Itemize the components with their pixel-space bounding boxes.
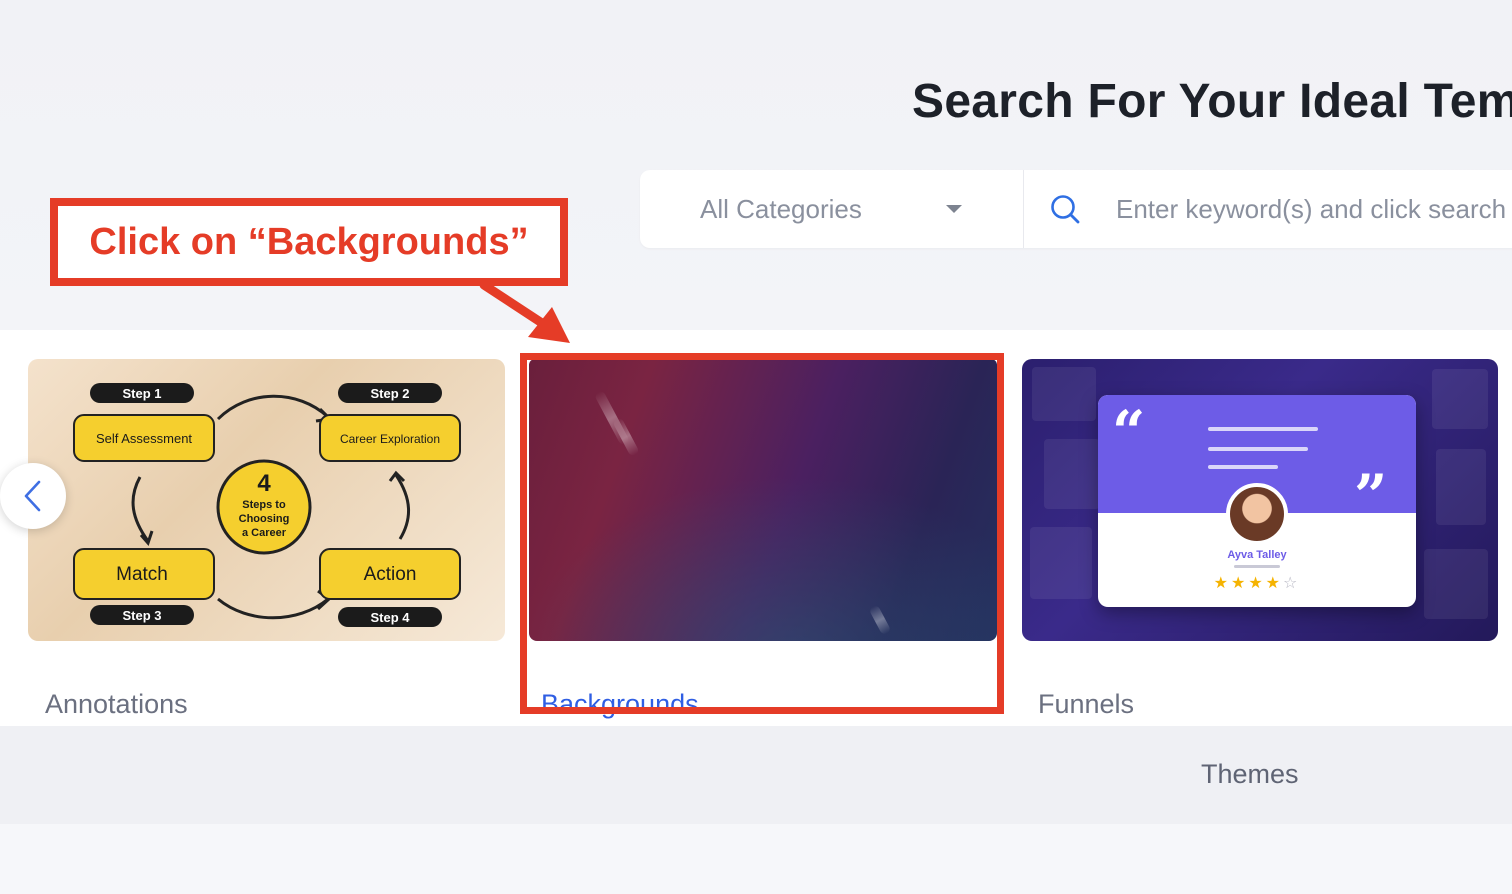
open-quote-icon: “ — [1112, 398, 1146, 466]
page: Search For Your Ideal Templ All Categori… — [0, 0, 1512, 894]
category-card-funnels[interactable]: “ ” Ayva Talley ★★★★☆ Funnels — [1022, 359, 1498, 729]
quote-text-line — [1208, 465, 1278, 469]
box-match: Match — [116, 564, 168, 585]
funnels-thumbnail: “ ” Ayva Talley ★★★★☆ — [1022, 359, 1498, 641]
background-tile — [1424, 549, 1488, 619]
tabs-row: Themes — [0, 726, 1512, 824]
center-line-2: Choosing — [239, 513, 290, 525]
background-tile — [1436, 449, 1486, 525]
close-quote-icon: ” — [1354, 462, 1388, 530]
star-rating: ★★★★☆ — [1213, 575, 1301, 592]
backgrounds-thumbnail — [529, 359, 997, 641]
footer-area — [0, 824, 1512, 894]
search-icon[interactable] — [1048, 192, 1082, 226]
quote-text-line — [1208, 427, 1318, 431]
background-tile — [1030, 527, 1092, 599]
center-line-1: Steps to — [242, 499, 286, 511]
avatar — [1226, 483, 1288, 545]
center-number: 4 — [257, 470, 271, 497]
annotations-thumbnail: Step 1 Step 2 Step 3 Step 4 Self Assessm… — [28, 359, 505, 641]
quote-text-line — [1208, 447, 1308, 451]
step-1-label: Step 1 — [122, 386, 161, 401]
category-card-backgrounds[interactable]: Backgrounds — [529, 359, 997, 719]
card-label-backgrounds: Backgrounds — [541, 689, 699, 719]
box-career-exploration: Career Exploration — [340, 432, 440, 446]
instruction-callout: Click on “Backgrounds” — [50, 198, 568, 286]
page-title: Search For Your Ideal Templ — [912, 75, 1512, 128]
testimonial-name: Ayva Talley — [1227, 549, 1287, 561]
chevron-down-icon — [946, 205, 962, 213]
search-input[interactable] — [1116, 184, 1512, 234]
background-tile — [1032, 367, 1096, 421]
chevron-left-icon — [24, 480, 41, 512]
step-2-label: Step 2 — [370, 386, 409, 401]
testimonial-role-line — [1234, 565, 1280, 568]
box-self-assessment: Self Assessment — [96, 431, 192, 446]
carousel-prev-button[interactable] — [0, 463, 66, 529]
category-card-annotations[interactable]: Step 1 Step 2 Step 3 Step 4 Self Assessm… — [28, 359, 505, 729]
box-action: Action — [364, 564, 417, 585]
category-dropdown[interactable]: All Categories — [640, 170, 1024, 248]
testimonial-card: “ ” Ayva Talley ★★★★☆ — [1098, 395, 1416, 607]
career-steps-graphic: Step 1 Step 2 Step 3 Step 4 Self Assessm… — [73, 383, 461, 627]
step-3-label: Step 3 — [122, 608, 161, 623]
category-carousel: Step 1 Step 2 Step 3 Step 4 Self Assessm… — [0, 330, 1512, 726]
background-tile — [1432, 369, 1488, 429]
search-bar: All Categories — [640, 170, 1512, 248]
arrow-icon — [479, 280, 570, 343]
step-4-label: Step 4 — [370, 610, 410, 625]
card-label-annotations: Annotations — [45, 689, 188, 719]
callout-text: Click on “Backgrounds” — [89, 220, 529, 263]
center-line-3: a Career — [242, 527, 287, 539]
tab-themes[interactable]: Themes — [1201, 759, 1299, 790]
light-streak — [868, 604, 892, 636]
category-dropdown-label: All Categories — [700, 193, 862, 224]
background-tile — [1044, 439, 1100, 509]
card-label-funnels: Funnels — [1038, 689, 1135, 719]
